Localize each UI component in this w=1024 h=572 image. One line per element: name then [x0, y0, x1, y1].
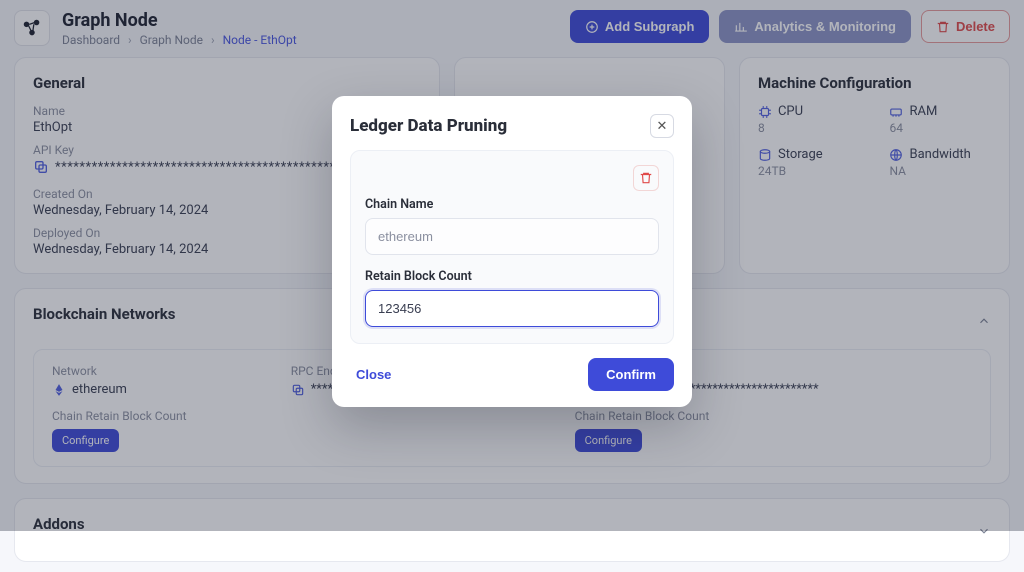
retain-count-input[interactable]: [365, 290, 659, 327]
modal-close-button[interactable]: ✕: [650, 114, 674, 138]
modal-close-link[interactable]: Close: [350, 358, 397, 391]
trash-icon: [639, 171, 653, 185]
chain-name-label: Chain Name: [365, 197, 659, 212]
chain-name-input: [365, 218, 659, 255]
pruning-modal: Ledger Data Pruning ✕ Chain Name Retain …: [332, 96, 692, 407]
modal-form: Chain Name Retain Block Count: [350, 150, 674, 344]
modal-overlay[interactable]: Ledger Data Pruning ✕ Chain Name Retain …: [0, 0, 1024, 531]
modal-title: Ledger Data Pruning: [350, 116, 507, 136]
retain-count-label: Retain Block Count: [365, 269, 659, 284]
remove-row-button[interactable]: [633, 165, 659, 191]
modal-confirm-button[interactable]: Confirm: [588, 358, 674, 391]
close-icon: ✕: [657, 119, 668, 134]
